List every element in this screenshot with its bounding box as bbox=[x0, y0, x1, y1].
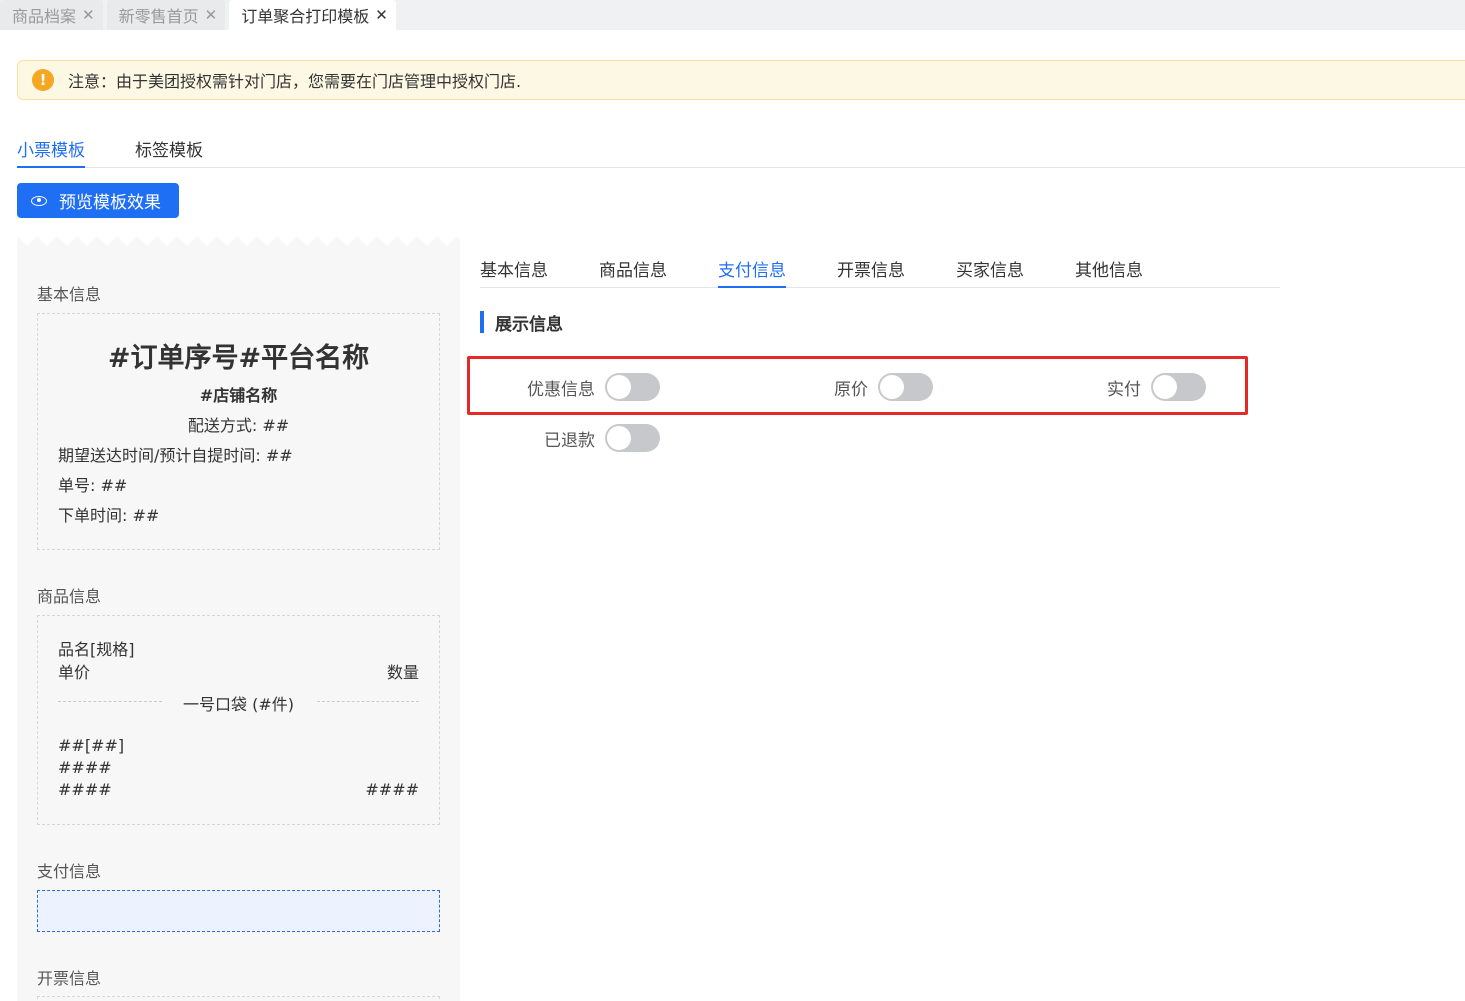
receipt-title: #订单序号#平台名称 bbox=[107, 343, 370, 374]
original-price-toggle[interactable] bbox=[878, 373, 933, 401]
goods-quantity: 数量 bbox=[386, 663, 419, 682]
receipt-zigzag-edge bbox=[17, 236, 460, 246]
receipt-delivery: 配送方式: ## bbox=[187, 416, 290, 435]
receipt-section-goods[interactable]: 品名[规格] 单价 数量 一号口袋 (#件) ##[##] #### #### … bbox=[37, 615, 440, 825]
tab-label-template[interactable]: 标签模板 bbox=[135, 130, 203, 168]
toggle-knob bbox=[880, 375, 904, 399]
receipt-expected-time: 期望送达时间/预计自提时间: ## bbox=[58, 446, 293, 465]
receipt-order-no: 单号: ## bbox=[58, 476, 128, 495]
window-tab-product-archive[interactable]: 商品档案 ✕ bbox=[0, 0, 103, 30]
close-icon[interactable]: ✕ bbox=[82, 6, 95, 24]
toggle-knob bbox=[607, 426, 631, 450]
receipt-section-basic-label[interactable]: 基本信息 bbox=[37, 281, 101, 305]
option-label: 实付 bbox=[1107, 379, 1141, 400]
receipt-shop-name: #店铺名称 bbox=[199, 386, 278, 405]
receipt-preview: 基本信息 #订单序号#平台名称 #店铺名称 配送方式: ## 期望送达时间/预计… bbox=[17, 236, 460, 1001]
divider bbox=[317, 701, 419, 702]
eye-icon bbox=[31, 195, 47, 206]
toggle-knob bbox=[607, 375, 631, 399]
close-icon[interactable]: ✕ bbox=[205, 6, 218, 24]
preview-button-label: 预览模板效果 bbox=[59, 193, 161, 213]
display-section-title: 展示信息 bbox=[480, 311, 563, 335]
goods-name-spec: 品名[规格] bbox=[58, 640, 135, 659]
receipt-section-payment[interactable] bbox=[37, 890, 440, 932]
receipt-section-invoice-label[interactable]: 开票信息 bbox=[37, 965, 101, 989]
goods-bag: 一号口袋 (#件) bbox=[183, 695, 294, 714]
goods-row-left: #### bbox=[58, 780, 112, 799]
tab-receipt-template[interactable]: 小票模板 bbox=[17, 130, 85, 168]
option-label: 原价 bbox=[834, 379, 868, 400]
discount-info-toggle[interactable] bbox=[605, 373, 660, 401]
goods-unit-price: 单价 bbox=[58, 663, 91, 682]
notice-text: 注意：由于美团授权需针对门店，您需要在门店管理中授权门店. bbox=[68, 72, 522, 91]
close-icon[interactable]: ✕ bbox=[375, 6, 388, 24]
option-label: 优惠信息 bbox=[527, 379, 595, 400]
window-tab-label: 订单聚合打印模板 bbox=[241, 7, 370, 26]
option-label: 已退款 bbox=[544, 430, 595, 451]
receipt-section-goods-label[interactable]: 商品信息 bbox=[37, 583, 101, 607]
tab-payment-info[interactable]: 支付信息 bbox=[718, 250, 786, 288]
goods-row-price: #### bbox=[58, 758, 112, 777]
window-tab-bar: 商品档案 ✕ 新零售首页 ✕ 订单聚合打印模板 ✕ bbox=[0, 0, 1465, 30]
receipt-section-invoice[interactable] bbox=[37, 996, 440, 1001]
toggle-knob bbox=[1153, 375, 1177, 399]
window-tab-print-template[interactable]: 订单聚合打印模板 ✕ bbox=[229, 0, 396, 30]
actual-paid-toggle[interactable] bbox=[1151, 373, 1206, 401]
receipt-order-time: 下单时间: ## bbox=[58, 506, 160, 525]
option-discount-info: 优惠信息 bbox=[500, 372, 660, 402]
warning-circle-icon: ! bbox=[32, 69, 54, 91]
option-original-price: 原价 bbox=[800, 372, 933, 402]
goods-row-right: #### bbox=[365, 780, 419, 799]
notice-banner: ! 注意：由于美团授权需针对门店，您需要在门店管理中授权门店. bbox=[17, 60, 1465, 100]
tab-other-info[interactable]: 其他信息 bbox=[1075, 250, 1143, 288]
tab-goods-info[interactable]: 商品信息 bbox=[599, 250, 667, 288]
tab-invoice-info[interactable]: 开票信息 bbox=[837, 250, 905, 288]
tab-basic-info[interactable]: 基本信息 bbox=[480, 250, 548, 288]
receipt-section-payment-label[interactable]: 支付信息 bbox=[37, 858, 101, 882]
window-tab-label: 商品档案 bbox=[12, 7, 77, 26]
tab-buyer-info[interactable]: 买家信息 bbox=[956, 250, 1024, 288]
window-tab-label: 新零售首页 bbox=[118, 7, 199, 26]
option-refunded: 已退款 bbox=[500, 423, 660, 453]
goods-row-name: ##[##] bbox=[58, 736, 125, 755]
preview-template-button[interactable]: 预览模板效果 bbox=[17, 183, 179, 218]
receipt-section-basic[interactable]: #订单序号#平台名称 #店铺名称 配送方式: ## 期望送达时间/预计自提时间:… bbox=[37, 313, 440, 550]
refunded-toggle[interactable] bbox=[605, 424, 660, 452]
option-actual-paid: 实付 bbox=[1080, 372, 1206, 402]
info-tabs: 基本信息 商品信息 支付信息 开票信息 买家信息 其他信息 bbox=[480, 250, 1280, 288]
template-tabs: 小票模板 标签模板 bbox=[17, 130, 1465, 168]
window-tab-retail-home[interactable]: 新零售首页 ✕ bbox=[106, 0, 226, 30]
